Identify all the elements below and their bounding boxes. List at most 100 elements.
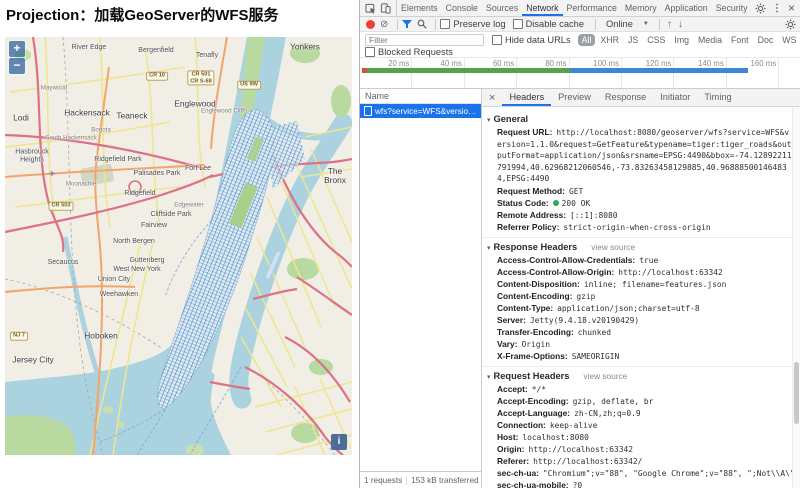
collapse-caret-icon: ▾ (487, 373, 491, 381)
header-item: Accept-Language:zh-CN,zh;q=0.9 (482, 408, 792, 419)
filter-input[interactable] (365, 34, 484, 46)
zoom-in-button[interactable]: + (9, 41, 25, 57)
filter-pill-css[interactable]: CSS (643, 34, 669, 46)
headers-section: ▾Response Headersview source Access-Contr… (482, 237, 792, 366)
devtools-tab-console[interactable]: Console (442, 0, 482, 16)
export-har-icon[interactable]: ↓ (678, 19, 683, 30)
header-value: localhost:8080 (522, 433, 589, 442)
header-item: Vary:Origin (482, 339, 792, 350)
throttling-dropdown[interactable]: Online ▼ (606, 19, 649, 29)
filter-pill-ws[interactable]: WS (778, 34, 800, 46)
record-button[interactable] (366, 20, 375, 29)
filter-pill-all[interactable]: All (578, 34, 596, 46)
header-name: Content-Encoding: (497, 291, 572, 301)
devtools-tab-network[interactable]: Network (522, 0, 562, 16)
details-tab-headers[interactable]: Headers (502, 89, 551, 106)
view-source-link[interactable]: view source (591, 242, 635, 252)
view-source-link[interactable]: view source (583, 371, 627, 381)
header-item: Content-Encoding:gzip (482, 291, 792, 302)
header-name: Referer: (497, 456, 529, 466)
header-name: X-Frame-Options: (497, 351, 568, 361)
timeline-tick: 140 ms (674, 58, 726, 88)
header-name: Accept: (497, 384, 528, 394)
preserve-log-label: Preserve log (453, 19, 505, 29)
toolbar-separator (595, 19, 596, 30)
search-icon[interactable] (417, 19, 427, 29)
device-toolbar-icon[interactable] (380, 3, 391, 14)
name-column-header[interactable]: Name (360, 89, 481, 104)
header-item: Accept: */* (482, 384, 792, 395)
header-name: Vary: (497, 339, 518, 349)
details-tab-strip: × HeadersPreviewResponseInitiatorTiming (482, 89, 800, 107)
filter-pill-img[interactable]: Img (670, 34, 693, 46)
devtools-tab-performance[interactable]: Performance (563, 0, 621, 16)
filter-funnel-icon[interactable] (402, 19, 412, 29)
resource-type-pills: AllXHRJSCSSImgMediaFontDocWSManifestOthe… (578, 34, 800, 46)
map-canvas[interactable]: ✈ YonkersRiver EdgeBergenfieldTenaflyMay… (5, 37, 352, 455)
inspect-element-icon[interactable] (365, 3, 376, 14)
timeline-segment-blue (570, 68, 748, 73)
header-item: sec-ch-ua-mobile:?0 (482, 480, 792, 488)
import-har-icon[interactable]: ↑ (667, 19, 672, 30)
filter-pill-doc[interactable]: Doc (754, 34, 778, 46)
header-value: SAMEORIGIN (572, 352, 620, 361)
network-settings-gear-icon[interactable] (785, 19, 796, 30)
screenshot-root: { "title": "Projection：加载GeoServer的WFS服务… (0, 0, 800, 488)
collapse-caret-icon: ▾ (487, 244, 491, 252)
toolbar-separator (659, 19, 660, 30)
blocked-requests-label: Blocked Requests (378, 47, 453, 57)
filter-pill-js[interactable]: JS (624, 34, 642, 46)
section-header[interactable]: ▾Response Headersview source (482, 240, 792, 254)
attribution-button[interactable]: i (331, 434, 347, 450)
blocked-requests-group: Blocked Requests (365, 47, 453, 57)
devtools-close-icon[interactable]: × (788, 3, 795, 13)
header-name: Access-Control-Allow-Origin: (497, 267, 614, 277)
disable-cache-checkbox[interactable] (513, 19, 523, 29)
more-options-kebab-icon[interactable]: ⋮ (772, 3, 782, 14)
network-overview-timeline[interactable]: 20 ms40 ms60 ms80 ms100 ms120 ms140 ms16… (360, 58, 800, 89)
section-header[interactable]: ▾General (482, 112, 792, 126)
header-value: inline; filename=features.json (584, 280, 727, 289)
timeline-tick: 60 ms (465, 58, 517, 88)
hide-data-urls-checkbox[interactable] (492, 35, 502, 45)
devtools-tab-application[interactable]: Application (661, 0, 712, 16)
network-status-bar: 1 requests153 kB transferred1.8 M (360, 471, 481, 488)
header-name: Accept-Encoding: (497, 396, 569, 406)
blocked-requests-checkbox[interactable] (365, 47, 375, 57)
header-name: Remote Address: (497, 210, 566, 220)
details-tab-preview[interactable]: Preview (551, 89, 598, 106)
header-value: 200 OK (562, 199, 591, 208)
header-name: Host: (497, 432, 518, 442)
details-tab-response[interactable]: Response (598, 89, 653, 106)
filter-pill-font[interactable]: Font (727, 34, 753, 46)
scrollbar-thumb[interactable] (794, 362, 799, 424)
section-title: General (494, 114, 529, 124)
clear-requests-icon[interactable]: ⊘ (380, 19, 388, 30)
devtools-tab-memory[interactable]: Memory (621, 0, 661, 16)
collapse-caret-icon: ▾ (487, 116, 491, 124)
devtools-tab-security[interactable]: Security (712, 0, 752, 16)
request-list-column: Name wfs?service=WFS&version=1.1.0&re… (360, 89, 482, 488)
header-item: X-Frame-Options: SAMEORIGIN (482, 351, 792, 362)
devtools-tab-elements[interactable]: Elements (397, 0, 442, 16)
airport-icon: ✈ (49, 170, 56, 179)
request-row[interactable]: wfs?service=WFS&version=1.1.0&re… (360, 104, 481, 118)
header-name: Origin: (497, 444, 524, 454)
header-item: Server:Jetty(9.4.18.v20190429) (482, 315, 792, 326)
filter-pill-media[interactable]: Media (694, 34, 726, 46)
close-details-icon[interactable]: × (482, 92, 502, 104)
header-value: */* (532, 385, 546, 394)
settings-gear-icon[interactable] (755, 3, 766, 14)
preserve-log-checkbox[interactable] (440, 19, 450, 29)
details-tab-timing[interactable]: Timing (697, 89, 738, 106)
section-header[interactable]: ▾Request Headersview source (482, 369, 792, 383)
road-shield: NJ 7 (10, 332, 28, 341)
details-tab-initiator[interactable]: Initiator (653, 89, 697, 106)
devtools-tab-sources[interactable]: Sources (482, 0, 522, 16)
header-item: Connection:keep-alive (482, 420, 792, 431)
header-value: strict-origin-when-cross-origin (563, 223, 710, 232)
request-details-pane: × HeadersPreviewResponseInitiatorTiming … (482, 89, 800, 488)
header-name: Accept-Language: (497, 408, 570, 418)
filter-pill-xhr[interactable]: XHR (596, 34, 623, 46)
zoom-out-button[interactable]: − (9, 58, 25, 74)
